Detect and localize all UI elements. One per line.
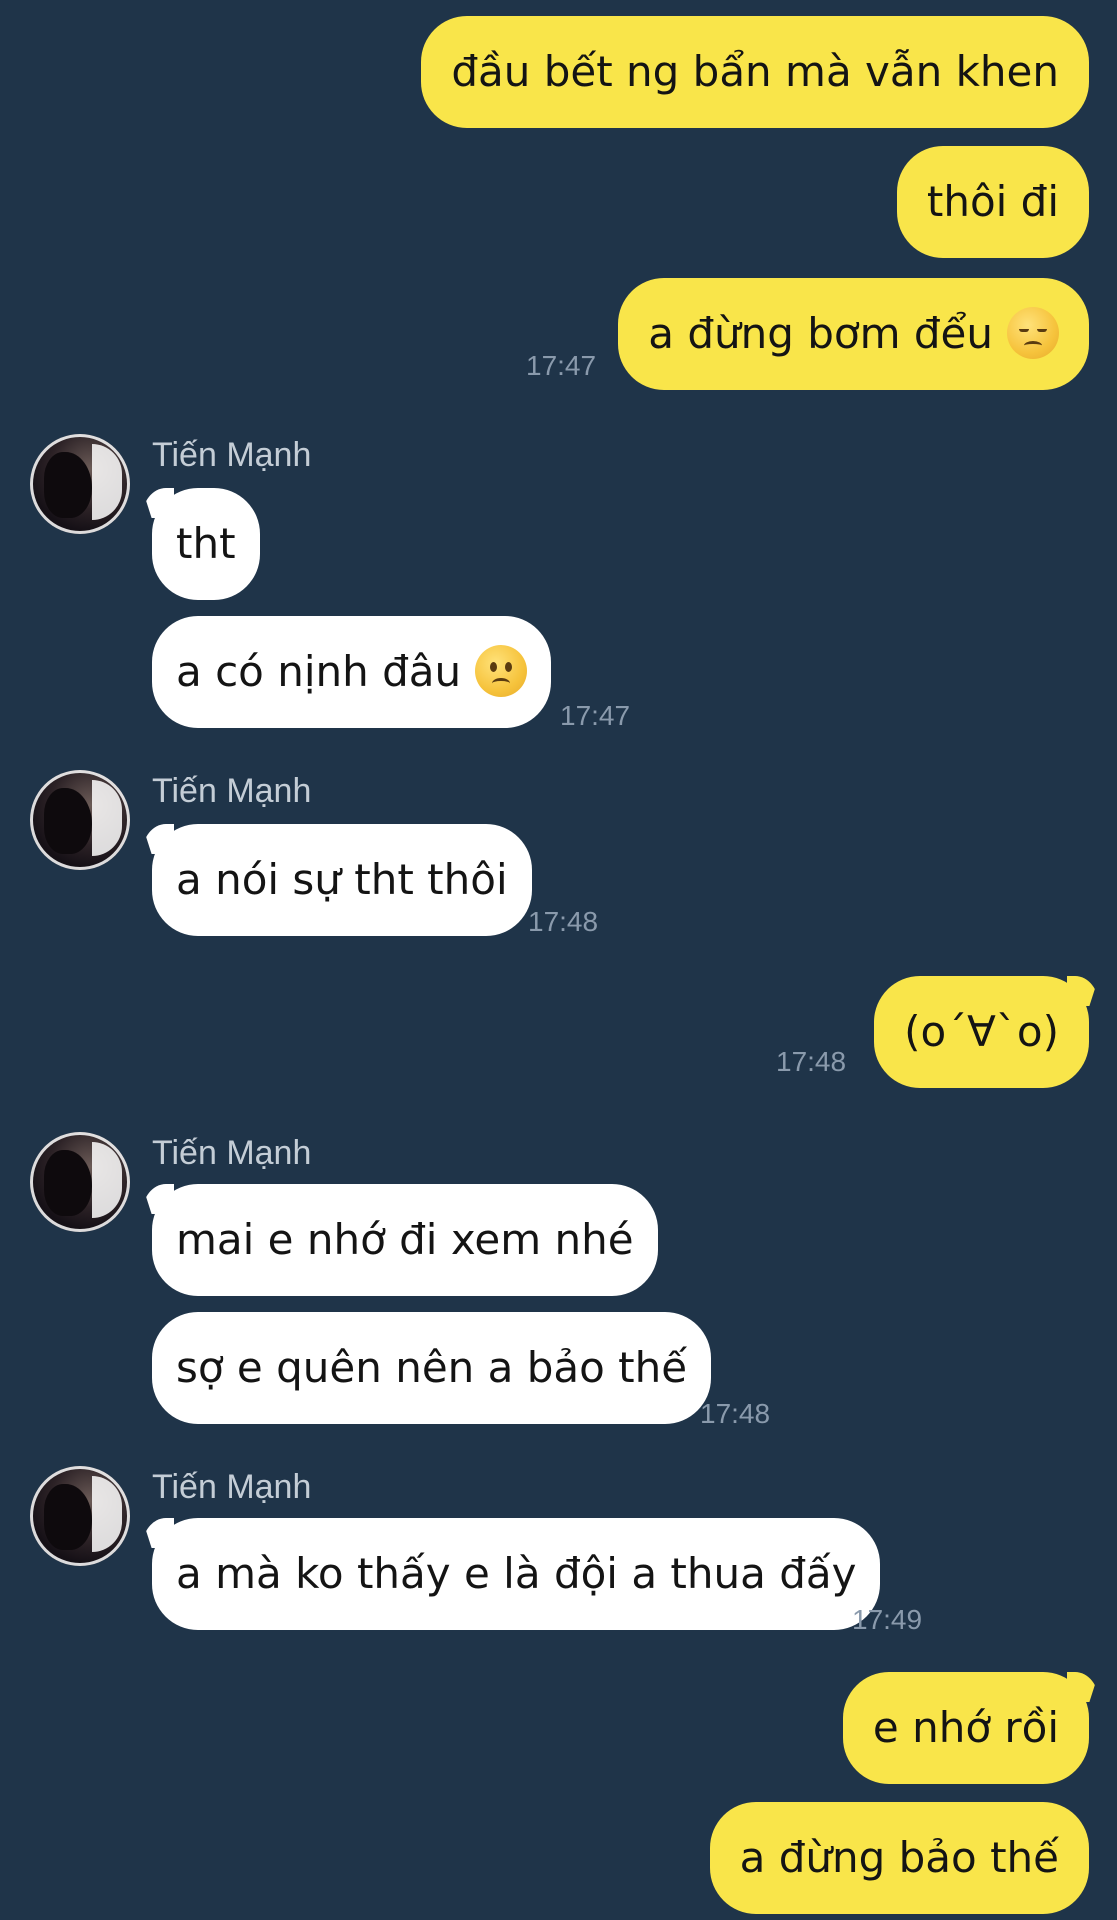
outgoing-message-bubble[interactable]: e nhớ rồi — [842, 1672, 1089, 1784]
outgoing-message-bubble[interactable]: thôi đi — [896, 146, 1089, 258]
message-text: a có nịnh đâu — [176, 647, 462, 696]
incoming-message-bubble[interactable]: a có nịnh đâu — [152, 616, 552, 728]
message-text: thôi đi — [926, 177, 1059, 226]
message-text: a đừng bơm đểu — [648, 309, 993, 358]
incoming-message-bubble[interactable]: mai e nhớ đi xem nhé — [152, 1184, 658, 1296]
message-text: mai e nhớ đi xem nhé — [176, 1215, 634, 1264]
incoming-message-bubble[interactable]: sợ e quên nên a bảo thế — [152, 1312, 712, 1424]
message-text: tht — [176, 519, 236, 568]
incoming-message-bubble[interactable]: a mà ko thấy e là đội a thua đấy — [152, 1518, 881, 1630]
message-text: (o´∀`o) — [904, 1007, 1059, 1056]
outgoing-message-bubble[interactable]: (o´∀`o) — [874, 976, 1089, 1088]
message-text: đầu bết ng bẩn mà vẫn khen — [451, 47, 1059, 96]
message-text: a nói sự tht thôi — [176, 855, 508, 904]
outgoing-message-bubble[interactable]: a đừng bảo thế — [709, 1802, 1089, 1914]
message-timestamp: 17:48 — [528, 906, 599, 937]
message-text: a đừng bảo thế — [739, 1833, 1059, 1882]
message-text: e nhớ rồi — [872, 1703, 1059, 1752]
outgoing-message-bubble[interactable]: a đừng bơm đểu — [618, 278, 1089, 390]
message-timestamp: 17:47 — [526, 350, 597, 381]
pensive-face-icon — [1007, 306, 1059, 359]
incoming-message-bubble[interactable]: tht — [152, 488, 260, 600]
message-timestamp: 17:48 — [700, 1398, 771, 1429]
contact-avatar[interactable] — [30, 1132, 130, 1232]
message-timestamp: 17:48 — [776, 1046, 847, 1077]
slightly-frowning-face-icon — [475, 644, 528, 697]
message-text: a mà ko thấy e là đội a thua đấy — [176, 1549, 857, 1598]
sender-name: Tiến Mạnh — [152, 1134, 312, 1172]
sender-name: Tiến Mạnh — [152, 772, 312, 810]
message-timestamp: 17:49 — [852, 1604, 923, 1635]
chat-thread[interactable]: đầu bết ng bẩn mà vẫn khen thôi đi a đừn… — [0, 0, 1117, 1920]
contact-avatar[interactable] — [30, 770, 130, 870]
message-text: sợ e quên nên a bảo thế — [176, 1343, 688, 1392]
incoming-message-bubble[interactable]: a nói sự tht thôi — [152, 824, 532, 936]
contact-avatar[interactable] — [30, 1466, 130, 1566]
sender-name: Tiến Mạnh — [152, 436, 312, 474]
contact-avatar[interactable] — [30, 434, 130, 534]
message-timestamp: 17:47 — [560, 700, 631, 731]
outgoing-message-bubble[interactable]: đầu bết ng bẩn mà vẫn khen — [421, 16, 1089, 128]
sender-name: Tiến Mạnh — [152, 1468, 312, 1506]
